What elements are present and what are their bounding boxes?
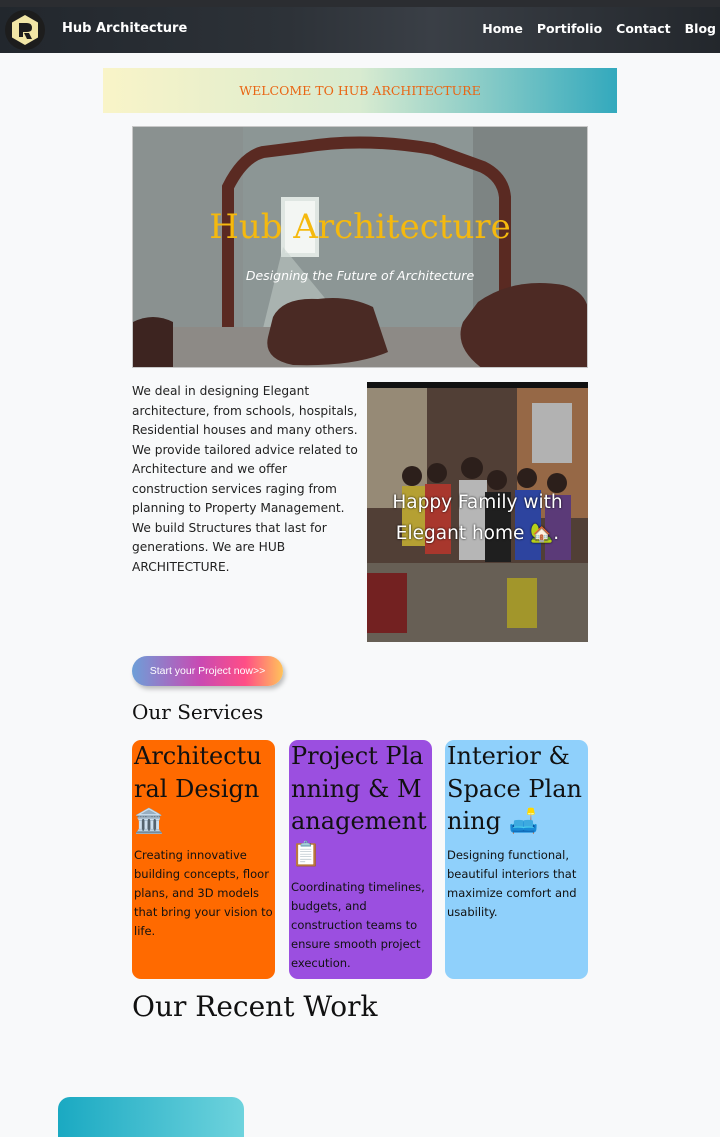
service-card-project-planning[interactable]: Project Planning & Management 📋 Coordina… [289, 740, 432, 979]
service-card-description: Creating innovative building concepts, f… [134, 847, 273, 938]
brand-name[interactable]: Hub Architecture [62, 21, 187, 36]
hero-subtitle: Designing the Future of Architecture [245, 268, 475, 283]
room-illustration [133, 127, 587, 367]
nav-link-home[interactable]: Home [482, 21, 523, 36]
service-card-title: Architectural Design 🏛️ [134, 742, 262, 835]
logo-icon[interactable] [5, 10, 45, 50]
photo-caption: Happy Family with Elegant home 🏡. [392, 492, 563, 544]
nav-link-contact[interactable]: Contact [616, 21, 670, 36]
family-photo: Happy Family with Elegant home 🏡. [367, 382, 588, 642]
service-card-title: Interior & Space Planning 🛋️ [447, 742, 582, 835]
service-card-description: Designing functional, beautiful interior… [447, 847, 577, 919]
service-card-interior-planning[interactable]: Interior & Space Planning 🛋️ Designing f… [445, 740, 588, 979]
floating-tab[interactable] [58, 1097, 244, 1137]
service-card-description: Coordinating timelines, budgets, and con… [291, 880, 425, 970]
services-heading: Our Services [132, 700, 264, 724]
welcome-text: WELCOME TO HUB ARCHITECTURE [239, 83, 481, 98]
nav-link-blog[interactable]: Blog [685, 21, 716, 36]
hero-image: Hub Architecture Designing the Future of… [132, 126, 588, 368]
browser-top-strip [0, 0, 720, 7]
recent-work-heading: Our Recent Work [132, 990, 378, 1023]
welcome-banner: WELCOME TO HUB ARCHITECTURE [103, 68, 617, 113]
intro-text: We deal in designing Elegant architectur… [132, 384, 358, 574]
hero-title: Hub Architecture [209, 207, 511, 247]
start-project-button[interactable]: Start your Project now>> [132, 656, 283, 686]
family-photo-image: Happy Family with Elegant home 🏡. [367, 388, 588, 642]
navbar: Hub Architecture Home Portifolio Contact… [0, 7, 720, 53]
service-card-title: Project Planning & Management 📋 [291, 742, 427, 868]
nav-link-portfolio[interactable]: Portifolio [537, 21, 602, 36]
service-card-architectural-design[interactable]: Architectural Design 🏛️ Creating innovat… [132, 740, 275, 979]
nav-links: Home Portifolio Contact Blog [482, 21, 716, 36]
